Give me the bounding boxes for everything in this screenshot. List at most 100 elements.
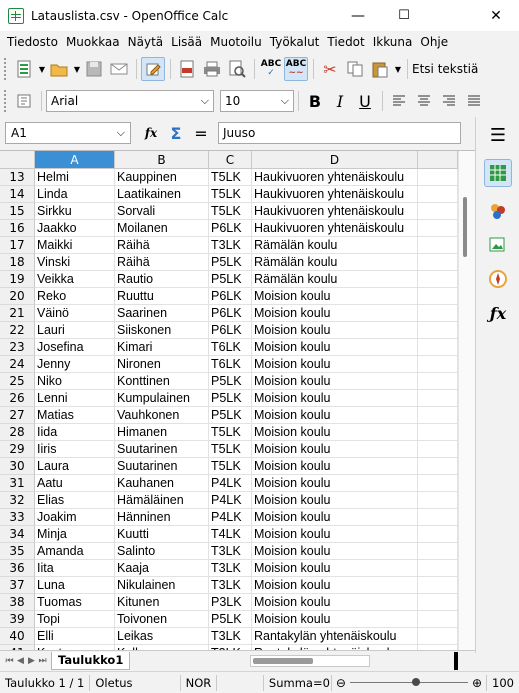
cell-e[interactable] xyxy=(418,458,458,475)
menu-item-ikkuna[interactable]: Ikkuna xyxy=(373,35,413,49)
cell-e[interactable] xyxy=(418,594,458,611)
cell-c[interactable]: T5LK xyxy=(209,203,252,220)
cell-c[interactable]: P5LK xyxy=(209,373,252,390)
justify-icon[interactable] xyxy=(462,89,486,113)
menu-item-tiedosto[interactable]: Tiedosto xyxy=(7,35,58,49)
chevron-down-icon[interactable]: ▼ xyxy=(72,65,82,74)
name-box[interactable]: A1 ⌵ xyxy=(5,122,131,144)
minimize-button[interactable]: — xyxy=(335,0,381,31)
cell-e[interactable] xyxy=(418,169,458,186)
cell-d[interactable]: Moision koulu xyxy=(252,356,418,373)
row-header[interactable]: 36 xyxy=(0,560,35,577)
cell-a[interactable]: Elli xyxy=(35,628,115,645)
row-header[interactable]: 19 xyxy=(0,271,35,288)
row-header[interactable]: 39 xyxy=(0,611,35,628)
cell-e[interactable] xyxy=(418,475,458,492)
underline-button[interactable]: U xyxy=(353,89,377,113)
print-icon[interactable] xyxy=(200,57,224,81)
cell-c[interactable]: P6LK xyxy=(209,220,252,237)
print-preview-icon[interactable] xyxy=(225,57,249,81)
cell-c[interactable]: P4LK xyxy=(209,509,252,526)
row-header[interactable]: 21 xyxy=(0,305,35,322)
horizontal-scrollbar[interactable] xyxy=(250,654,371,667)
cell-b[interactable]: Kauhanen xyxy=(115,475,209,492)
cell-a[interactable]: Aatu xyxy=(35,475,115,492)
cell-d[interactable]: Moision koulu xyxy=(252,288,418,305)
cell-d[interactable]: Haukivuoren yhtenäiskoulu xyxy=(252,220,418,237)
zoom-level[interactable]: 100 xyxy=(486,674,519,691)
row-header[interactable]: 17 xyxy=(0,237,35,254)
zoom-slider[interactable]: ⊖ ⊕ xyxy=(332,676,486,690)
cell-c[interactable]: P5LK xyxy=(209,390,252,407)
cell-c[interactable]: T5LK xyxy=(209,458,252,475)
cell-c[interactable]: T5LK xyxy=(209,169,252,186)
align-right-icon[interactable] xyxy=(437,89,461,113)
cell-a[interactable]: Sirkku xyxy=(35,203,115,220)
row-header[interactable]: 37 xyxy=(0,577,35,594)
cell-d[interactable]: Moision koulu xyxy=(252,594,418,611)
cell-a[interactable]: Josefina xyxy=(35,339,115,356)
cell-d[interactable]: Rämälän koulu xyxy=(252,254,418,271)
menu-item-tiedot[interactable]: Tiedot xyxy=(327,35,364,49)
cell-c[interactable]: P3LK xyxy=(209,594,252,611)
functions-icon[interactable]: ƒx xyxy=(484,299,512,327)
cell-c[interactable]: P5LK xyxy=(209,407,252,424)
cell-c[interactable]: P5LK xyxy=(209,611,252,628)
row-header[interactable]: 26 xyxy=(0,390,35,407)
cell-d[interactable]: Haukivuoren yhtenäiskoulu xyxy=(252,169,418,186)
menu-item-muokkaa[interactable]: Muokkaa xyxy=(66,35,120,49)
cell-e[interactable] xyxy=(418,611,458,628)
open-folder-icon[interactable] xyxy=(47,57,71,81)
menu-item-lisää[interactable]: Lisää xyxy=(171,35,202,49)
cell-a[interactable]: Helmi xyxy=(35,169,115,186)
cell-a[interactable]: Väinö xyxy=(35,305,115,322)
cell-d[interactable]: Moision koulu xyxy=(252,322,418,339)
cell-b[interactable]: Kuutti xyxy=(115,526,209,543)
cell-b[interactable]: Suutarinen xyxy=(115,458,209,475)
insert-mode[interactable]: NOR xyxy=(181,674,218,691)
cell-c[interactable]: T3LK xyxy=(209,237,252,254)
last-sheet-icon[interactable]: ⏭ xyxy=(37,654,48,668)
cell-b[interactable]: Suutarinen xyxy=(115,441,209,458)
row-header[interactable]: 32 xyxy=(0,492,35,509)
cell-b[interactable]: Moilanen xyxy=(115,220,209,237)
selection-mode[interactable] xyxy=(217,674,264,691)
cell-e[interactable] xyxy=(418,407,458,424)
column-header-d[interactable]: D xyxy=(252,151,418,169)
cell-d[interactable]: Haukivuoren yhtenäiskoulu xyxy=(252,186,418,203)
row-header[interactable]: 40 xyxy=(0,628,35,645)
cell-c[interactable]: P4LK xyxy=(209,475,252,492)
cell-e[interactable] xyxy=(418,577,458,594)
row-header[interactable]: 14 xyxy=(0,186,35,203)
cell-a[interactable]: Reko xyxy=(35,288,115,305)
sum-icon[interactable]: Σ xyxy=(164,121,188,145)
cell-c[interactable]: P6LK xyxy=(209,288,252,305)
cell-b[interactable]: Kauppinen xyxy=(115,169,209,186)
edit-mode-icon[interactable] xyxy=(141,57,165,81)
cell-b[interactable]: Räihä xyxy=(115,254,209,271)
cell-a[interactable]: Jenny xyxy=(35,356,115,373)
cell-b[interactable]: Hämäläinen xyxy=(115,492,209,509)
cell-a[interactable]: Topi xyxy=(35,611,115,628)
row-header[interactable]: 18 xyxy=(0,254,35,271)
split-handle[interactable] xyxy=(454,651,459,670)
cell-a[interactable]: Vinski xyxy=(35,254,115,271)
row-header[interactable]: 29 xyxy=(0,441,35,458)
cell-a[interactable]: Tuomas xyxy=(35,594,115,611)
cell-c[interactable]: P5LK xyxy=(209,254,252,271)
cell-e[interactable] xyxy=(418,305,458,322)
row-header[interactable]: 38 xyxy=(0,594,35,611)
cell-b[interactable]: Räihä xyxy=(115,237,209,254)
cell-a[interactable]: Matias xyxy=(35,407,115,424)
cell-e[interactable] xyxy=(418,628,458,645)
new-document-icon[interactable] xyxy=(12,57,36,81)
styles-icon[interactable] xyxy=(12,89,36,113)
row-header[interactable]: 24 xyxy=(0,356,35,373)
cell-b[interactable]: Kitunen xyxy=(115,594,209,611)
row-header[interactable]: 35 xyxy=(0,543,35,560)
paste-icon[interactable] xyxy=(368,57,392,81)
row-header[interactable]: 25 xyxy=(0,373,35,390)
cell-a[interactable]: Amanda xyxy=(35,543,115,560)
cell-a[interactable]: Luna xyxy=(35,577,115,594)
cell-d[interactable]: Moision koulu xyxy=(252,373,418,390)
